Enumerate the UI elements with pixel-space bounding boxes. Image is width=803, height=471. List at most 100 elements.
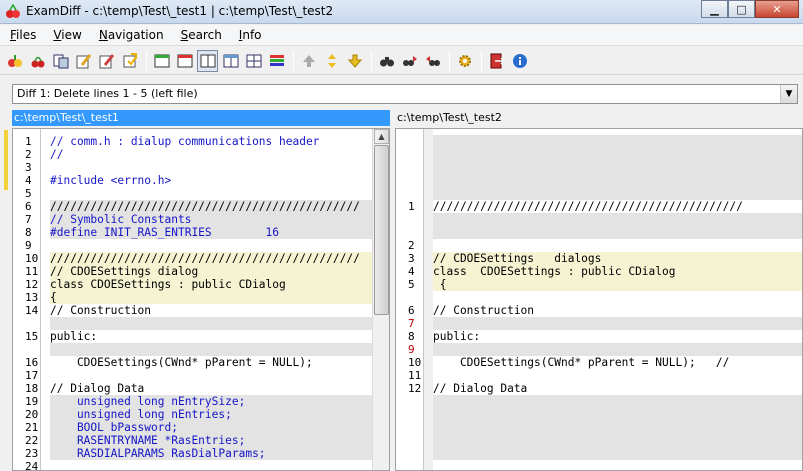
code-line[interactable]: 12 // Dialog Data (396, 382, 802, 395)
binoculars-icon[interactable] (376, 50, 397, 72)
diff-selector[interactable]: Diff 1: Delete lines 1 - 5 (left file) ▼ (12, 84, 798, 104)
options-gear-icon[interactable] (454, 50, 475, 72)
code-line[interactable] (396, 421, 802, 434)
right-file-path: c:\temp\Test\_test2 (395, 110, 803, 126)
code-line[interactable]: 21 BOOL bPassword; (13, 421, 389, 434)
code-line[interactable] (396, 460, 802, 470)
code-line[interactable]: 2 // (13, 148, 389, 161)
code-line[interactable]: 6 // Construction (396, 304, 802, 317)
code-line[interactable]: 13 { (13, 291, 389, 304)
code-line[interactable]: 4 #include <errno.h> (13, 174, 389, 187)
info-icon[interactable] (509, 50, 530, 72)
line-text: // Construction (50, 304, 372, 317)
code-line[interactable]: 1 ///////////////////////////////////////… (396, 200, 802, 213)
code-line[interactable]: 16 CDOESettings(CWnd* pParent = NULL); (13, 356, 389, 369)
arrow-down-icon[interactable] (344, 50, 365, 72)
code-line[interactable]: 23 RASDIALPARAMS RasDialParams; (13, 447, 389, 460)
save-icon[interactable] (119, 50, 140, 72)
code-line[interactable] (396, 187, 802, 200)
code-line[interactable] (396, 174, 802, 187)
code-line[interactable]: 17 (13, 369, 389, 382)
left-scrollbar[interactable]: ▲ (372, 129, 389, 470)
close-button[interactable]: ✕ (755, 0, 799, 18)
code-line[interactable] (396, 135, 802, 148)
scroll-up-icon[interactable]: ▲ (374, 129, 389, 144)
layout-grid-icon[interactable] (220, 50, 241, 72)
code-line[interactable]: 10 CDOESettings(CWnd* pParent = NULL); /… (396, 356, 802, 369)
line-number: 1 (25, 135, 32, 148)
code-line[interactable]: 18 // Dialog Data (13, 382, 389, 395)
code-line[interactable] (13, 343, 389, 356)
code-line[interactable] (396, 213, 802, 226)
code-line[interactable]: 1 // comm.h : dialup communications heade… (13, 135, 389, 148)
minimize-button[interactable]: ▁ (701, 0, 728, 18)
maximize-button[interactable]: □ (728, 0, 755, 18)
code-line[interactable]: 9 (13, 239, 389, 252)
layout-columns-icon[interactable] (243, 50, 264, 72)
line-text: ////////////////////////////////////////… (50, 252, 372, 265)
code-line[interactable] (396, 447, 802, 460)
edit-right-icon[interactable] (96, 50, 117, 72)
code-line[interactable] (13, 317, 389, 330)
code-line[interactable]: 8 public: (396, 330, 802, 343)
cherry-icon[interactable] (27, 50, 48, 72)
code-line[interactable] (396, 408, 802, 421)
open-files-icon[interactable] (4, 50, 25, 72)
code-line[interactable]: 8 #define INIT_RAS_ENTRIES 16 (13, 226, 389, 239)
line-text (433, 213, 802, 226)
exit-icon[interactable] (486, 50, 507, 72)
code-line[interactable] (396, 161, 802, 174)
code-line[interactable] (396, 434, 802, 447)
line-text: // CDOESettings dialog (50, 265, 372, 278)
edit-left-icon[interactable] (73, 50, 94, 72)
layout-bars-icon[interactable] (266, 50, 287, 72)
scrollbar-thumb[interactable] (374, 145, 389, 315)
code-line[interactable]: 3 // CDOESettings dialogs (396, 252, 802, 265)
code-line[interactable]: 7 // Symbolic Constants (13, 213, 389, 226)
code-line[interactable]: 20 unsigned long nEntries; (13, 408, 389, 421)
menu-view[interactable]: View (43, 25, 88, 46)
layout-split-icon[interactable] (197, 49, 218, 72)
code-line[interactable]: 12 class CDOESettings : public CDialog (13, 278, 389, 291)
menu-navigation[interactable]: Navigation (89, 25, 171, 46)
code-line[interactable]: 3 (13, 161, 389, 174)
menu-files[interactable]: Files (0, 25, 43, 46)
line-text: RASDIALPARAMS RasDialParams; (50, 447, 372, 460)
right-diff-pane[interactable]: 1 ///////////////////////////////////////… (395, 128, 803, 471)
menu-search[interactable]: Search (171, 25, 229, 46)
code-line[interactable]: 5 { (396, 278, 802, 291)
layout-green-icon[interactable] (151, 50, 172, 72)
menu-info[interactable]: Info (229, 25, 269, 46)
code-line[interactable]: 11 // CDOESettings dialog (13, 265, 389, 278)
code-line[interactable] (396, 226, 802, 239)
code-line[interactable] (396, 395, 802, 408)
new-compare-icon[interactable] (50, 50, 71, 72)
code-line[interactable]: 5 (13, 187, 389, 200)
code-line[interactable]: 6 ///////////////////////////////////////… (13, 200, 389, 213)
line-text (50, 317, 372, 330)
arrow-updown-icon[interactable] (321, 50, 342, 72)
find-next-icon[interactable] (399, 50, 420, 72)
title-bar[interactable]: ExamDiff - c:\temp\Test\_test1 | c:\temp… (0, 0, 803, 24)
code-line[interactable] (396, 291, 802, 304)
code-line[interactable]: 19 unsigned long nEntrySize; (13, 395, 389, 408)
layout-red-icon[interactable] (174, 50, 195, 72)
code-line[interactable]: 22 RASENTRYNAME *RasEntries; (13, 434, 389, 447)
code-line[interactable]: 14 // Construction (13, 304, 389, 317)
line-number: 19 (25, 395, 39, 408)
code-line[interactable]: 15 public: (13, 330, 389, 343)
code-line[interactable] (396, 148, 802, 161)
code-line[interactable]: 9 (396, 343, 802, 356)
code-line[interactable]: 11 (396, 369, 802, 382)
code-line[interactable]: 7 (396, 317, 802, 330)
line-number: 5 (25, 187, 32, 200)
line-number: 3 (408, 252, 415, 265)
code-line[interactable]: 24 (13, 460, 389, 470)
code-line[interactable]: 10 //////////////////////////////////////… (13, 252, 389, 265)
find-prev-icon[interactable] (422, 50, 443, 72)
code-line[interactable]: 4 class CDOESettings : public CDialog (396, 265, 802, 278)
left-diff-pane[interactable]: 1 // comm.h : dialup communications heade… (12, 128, 390, 471)
chevron-down-icon[interactable]: ▼ (780, 85, 797, 103)
arrow-up-icon[interactable] (298, 50, 319, 72)
code-line[interactable]: 2 (396, 239, 802, 252)
